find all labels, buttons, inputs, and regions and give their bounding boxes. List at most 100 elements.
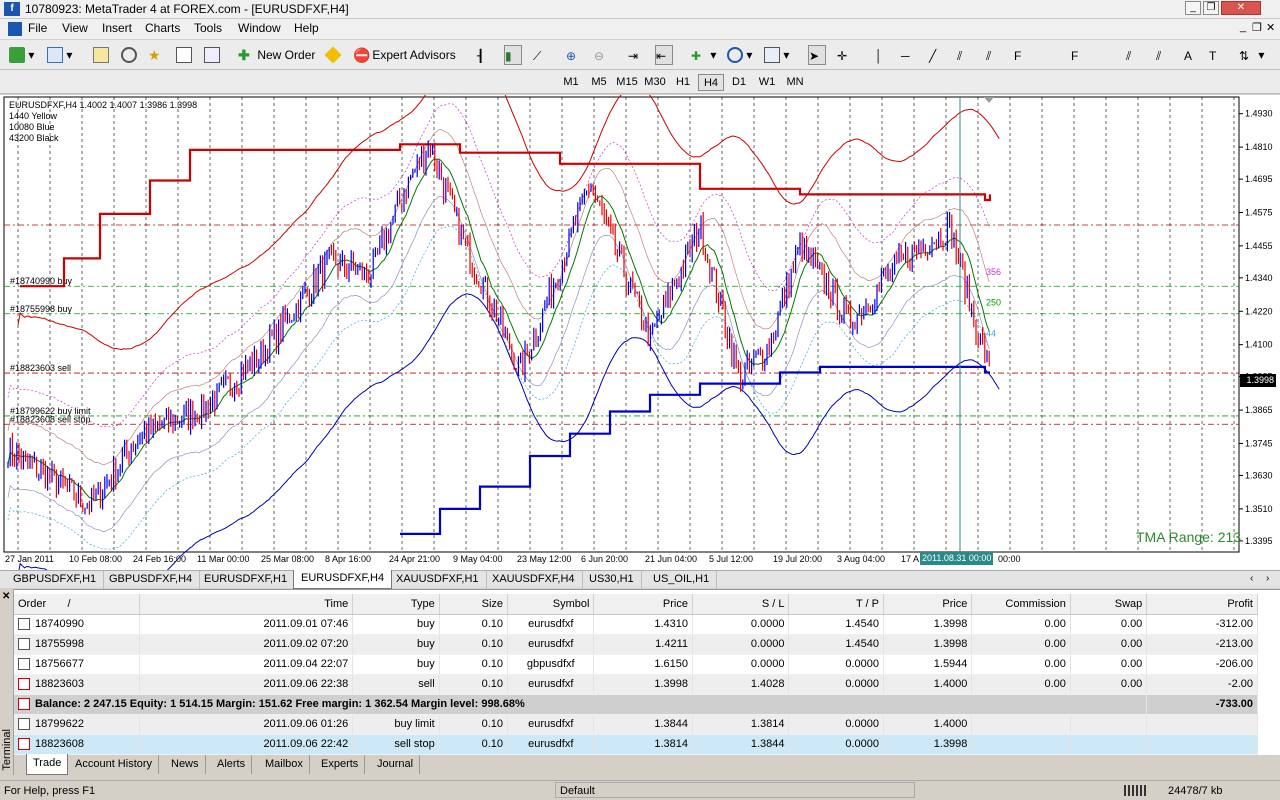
vertical-line-button[interactable]: │ [874, 45, 892, 65]
fib-channel-button[interactable]: ⫽ [1125, 45, 1143, 65]
price-tick-label: 1.4455 [1245, 241, 1273, 251]
restore-button[interactable]: ❐ [1203, 1, 1219, 15]
menu-bar: File View Insert Charts Tools Window Hel… [0, 19, 1280, 39]
tab-account-history[interactable]: Account History [69, 755, 160, 774]
profiles-button[interactable]: ▾ [46, 45, 73, 65]
chart-tab-xauusdfxf-h4[interactable]: XAUUSDFXF,H4 [485, 571, 583, 589]
tab-scroll-left[interactable]: ‹ [1250, 573, 1253, 584]
strategy-tester-button[interactable] [203, 45, 221, 65]
new-chart-button[interactable]: ▾ [8, 45, 35, 65]
order-row[interactable]: 18756677 2011.09.04 22:07 buy 0.10 gbpusdfxf… [14, 654, 1258, 675]
terminal-close-button[interactable]: ✕ [2, 591, 10, 602]
text-icon: A [1184, 48, 1193, 63]
menu-view[interactable]: View [62, 21, 88, 35]
pending-order-row[interactable]: 18823608 2011.09.06 22:42 sell stop 0.10 eur… [14, 734, 1258, 755]
order-row[interactable]: 18755998 2011.09.02 07:20 buy 0.10 eurusdfxf… [14, 634, 1258, 655]
menu-help[interactable]: Help [294, 21, 319, 35]
navigator-button[interactable]: ★ [147, 45, 165, 65]
text-label-button[interactable]: T [1208, 45, 1226, 65]
tf-mn[interactable]: MN [782, 74, 808, 91]
tab-journal[interactable]: Journal [371, 755, 421, 774]
menu-charts[interactable]: Charts [145, 21, 180, 35]
chart-tab-us30-h1[interactable]: US30,H1 [582, 571, 642, 589]
price-chart[interactable]: #18740990 buy#18755998 buy#18823603 sell… [0, 95, 1280, 570]
chart-tab-xauusdfxf-h1[interactable]: XAUUSDFXF,H1 [389, 571, 487, 589]
menu-window[interactable]: Window [238, 21, 281, 35]
templates-button[interactable]: ▾ [763, 45, 790, 65]
col-order[interactable]: Order / [14, 594, 141, 615]
col-symbol[interactable]: Symbol [507, 594, 595, 615]
chart-tab-us-oil-h1[interactable]: US_OIL,H1 [646, 571, 718, 589]
col-open-price[interactable]: Price [593, 594, 693, 615]
tab-alerts[interactable]: Alerts [211, 755, 253, 774]
fibonacci-button[interactable]: F [1013, 45, 1031, 65]
cursor-button[interactable]: ➤ [808, 45, 826, 65]
col-sl[interactable]: S / L [692, 594, 790, 615]
auto-scroll-button[interactable]: ⇥ [627, 45, 645, 65]
terminal-button[interactable] [175, 45, 193, 65]
status-traffic: 24478/7 kb [1168, 785, 1223, 797]
order-sl: 1.3814 [692, 714, 790, 735]
tf-d1[interactable]: D1 [726, 74, 752, 91]
equidistant-channel-button[interactable]: ⫽ [956, 45, 974, 65]
tf-w1[interactable]: W1 [754, 74, 780, 91]
tf-h4[interactable]: H4 [698, 74, 724, 91]
line-chart-button[interactable]: ⟋ [532, 45, 550, 65]
gann-button[interactable]: ⫽ [1155, 45, 1173, 65]
chart-tab-eurusdfxf-h4[interactable]: EURUSDFXF,H4 [293, 570, 393, 589]
close-button[interactable]: ✕ [1221, 1, 1261, 15]
menu-tools[interactable]: Tools [194, 21, 222, 35]
tf-m30[interactable]: M30 [642, 74, 668, 91]
time-tick-label: 5 Jul 12:00 [709, 554, 753, 564]
zoom-in-button[interactable]: ⊕ [565, 45, 583, 65]
col-type[interactable]: Type [352, 594, 440, 615]
child-restore-button[interactable]: ❐ [1252, 21, 1262, 34]
chart-tab-gbpusdfxf-h1[interactable]: GBPUSDFXF,H1 [6, 571, 105, 589]
pending-order-row[interactable]: 18799622 2011.09.06 01:26 buy limit 0.10 eur… [14, 714, 1258, 735]
col-current-price[interactable]: Price [883, 594, 973, 615]
periods-button[interactable]: ▾ [726, 45, 753, 65]
order-row[interactable]: 18823603 2011.09.06 22:38 sell 0.10 eurusdfx… [14, 674, 1258, 695]
tf-m5[interactable]: M5 [586, 74, 612, 91]
zoom-out-button[interactable]: ⊖ [593, 45, 611, 65]
chart-window[interactable]: #18740990 buy #18755998 buy #18823603 sell… [0, 95, 1280, 570]
tf-h1[interactable]: H1 [670, 74, 696, 91]
tab-trade[interactable]: Trade [26, 754, 69, 775]
tf-m15[interactable]: M15 [614, 74, 640, 91]
crosshair-button[interactable]: ✛ [836, 45, 854, 65]
col-time[interactable]: Time [139, 594, 354, 615]
market-watch-button[interactable] [92, 45, 110, 65]
fib-fan-button[interactable]: F [1070, 45, 1088, 65]
chart-tab-eurusdfxf-h1[interactable]: EURUSDFXF,H1 [197, 571, 296, 589]
col-profit[interactable]: Profit [1146, 594, 1258, 615]
child-close-button[interactable]: ✕ [1266, 21, 1275, 34]
tab-news[interactable]: News [165, 755, 206, 774]
menu-file[interactable]: File [28, 21, 47, 35]
tab-scroll-right[interactable]: › [1266, 573, 1269, 584]
std-channel-button[interactable]: ⫽ [985, 45, 1003, 65]
indicators-button[interactable]: ✚ ▾ [690, 45, 717, 65]
col-size[interactable]: Size [439, 594, 509, 615]
tab-mailbox[interactable]: Mailbox [259, 755, 310, 774]
col-commission[interactable]: Commission [971, 594, 1071, 615]
minimize-button[interactable]: _ [1185, 1, 1201, 15]
metaeditor-button[interactable] [324, 45, 342, 65]
horizontal-line-button[interactable]: ─ [900, 45, 918, 65]
menu-insert[interactable]: Insert [102, 21, 132, 35]
chart-shift-button[interactable]: ⇤ [655, 45, 673, 65]
tf-m1[interactable]: M1 [558, 74, 584, 91]
order-row[interactable]: 18740990 2011.09.01 07:46 buy 0.10 eurusdfxf… [14, 614, 1258, 635]
tab-experts[interactable]: Experts [315, 755, 366, 774]
bar-chart-button[interactable]: ┨ [476, 45, 494, 65]
arrows-button[interactable]: ⇅ ▾ [1238, 45, 1265, 65]
trendline-button[interactable]: ╱ [928, 45, 946, 65]
candlestick-button[interactable]: ▮ [504, 45, 522, 65]
col-swap[interactable]: Swap [1070, 594, 1148, 615]
text-button[interactable]: A [1183, 45, 1201, 65]
chart-tab-gbpusdfxf-h4[interactable]: GBPUSDFXF,H4 [102, 571, 201, 589]
col-tp[interactable]: T / P [788, 594, 884, 615]
data-window-button[interactable] [120, 45, 138, 65]
expert-advisors-button[interactable]: ⛔ Expert Advisors [352, 45, 457, 65]
new-order-button[interactable]: ✚ New Order [237, 45, 316, 65]
child-minimize-button[interactable]: _ [1240, 21, 1246, 33]
